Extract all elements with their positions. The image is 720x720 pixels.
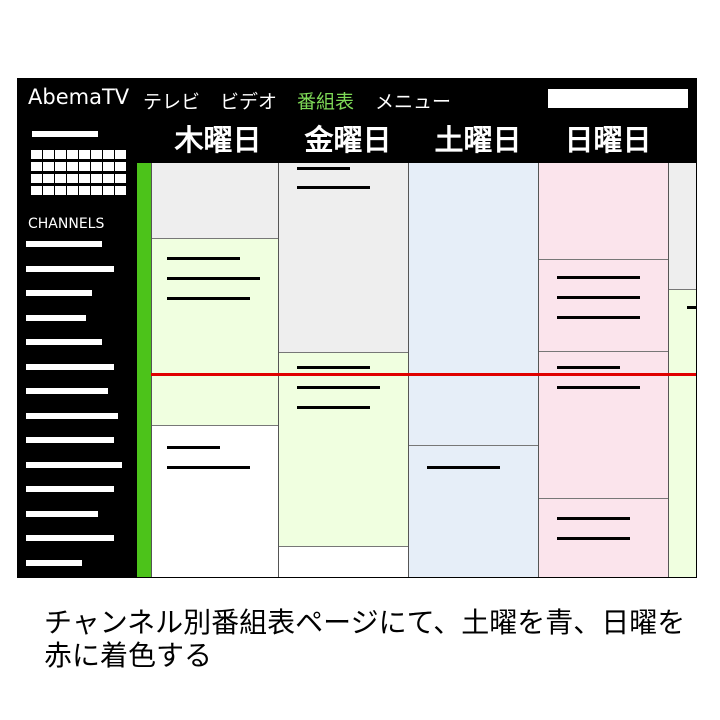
channel-grid-cell	[31, 162, 42, 171]
channel-grid-cell	[103, 174, 114, 183]
abematv-screen: AbemaTV テレビ ビデオ 番組表 メニュー CHANNELS 木曜日 金曜…	[17, 78, 697, 578]
program-block[interactable]	[669, 290, 696, 577]
channel-grid-cell	[115, 150, 126, 159]
channel-grid-cell	[79, 162, 90, 171]
column-sunday	[538, 163, 668, 577]
channel-grid-cell	[55, 150, 66, 159]
channel-grid-cell	[31, 150, 42, 159]
channel-list-item[interactable]	[26, 461, 122, 468]
channel-grid-cell	[55, 162, 66, 171]
channel-grid-cell	[79, 174, 90, 183]
channel-grid-cell	[67, 150, 78, 159]
program-block[interactable]	[279, 353, 408, 547]
program-block[interactable]	[152, 163, 278, 239]
program-block[interactable]	[409, 163, 538, 446]
program-block[interactable]	[539, 499, 668, 577]
channel-grid-cell	[103, 150, 114, 159]
channel-grid-cell	[67, 186, 78, 195]
channel-list-item[interactable]	[26, 486, 114, 492]
channel-list-item[interactable]	[26, 535, 114, 541]
channel-list-item[interactable]	[26, 290, 92, 296]
channel-list-item[interactable]	[26, 412, 118, 419]
channel-list-item[interactable]	[26, 339, 102, 345]
channel-grid-cell	[91, 162, 102, 171]
day-header-friday: 金曜日	[304, 123, 392, 157]
channel-list-item[interactable]	[26, 388, 108, 394]
program-block[interactable]	[539, 260, 668, 352]
channel-grid-cell	[43, 186, 54, 195]
day-header-thursday: 木曜日	[174, 123, 262, 157]
column-saturday	[408, 163, 538, 577]
channel-grid-cell	[115, 162, 126, 171]
sidebar-title-bar	[32, 131, 98, 137]
channel-list-item[interactable]	[26, 265, 114, 272]
channel-grid-cell	[67, 174, 78, 183]
channel-grid-cell	[91, 186, 102, 195]
channel-list-item[interactable]	[26, 314, 86, 321]
channel-grid-cell	[43, 162, 54, 171]
search-input[interactable]	[548, 89, 688, 108]
channel-grid-cell	[91, 174, 102, 183]
channel-grid-cell	[115, 174, 126, 183]
channel-grid-cell	[79, 150, 90, 159]
channel-grid-cell	[55, 174, 66, 183]
column-friday	[278, 163, 408, 577]
channel-grid-cell	[91, 150, 102, 159]
nav-menu[interactable]: メニュー	[375, 87, 451, 114]
nav-tv[interactable]: テレビ	[143, 87, 200, 114]
day-header-sunday: 日曜日	[564, 123, 652, 157]
program-block[interactable]	[539, 163, 668, 260]
channel-grid-cell	[67, 162, 78, 171]
current-channel-indicator	[137, 163, 151, 577]
program-block[interactable]	[152, 426, 278, 577]
column-next-partial	[668, 163, 696, 577]
channel-grid-cell	[31, 174, 42, 183]
channel-list-item[interactable]	[26, 559, 82, 566]
program-block[interactable]	[669, 163, 696, 290]
channel-grid-cell	[79, 186, 90, 195]
channel-grid-cell	[31, 186, 42, 195]
channel-grid-cell	[55, 186, 66, 195]
channels-label: CHANNELS	[28, 216, 105, 232]
channel-list-item[interactable]	[26, 437, 114, 443]
channel-grid-cell	[43, 150, 54, 159]
channel-grid-cell	[43, 174, 54, 183]
channel-list-item[interactable]	[26, 363, 114, 370]
top-navigation-bar: AbemaTV テレビ ビデオ 番組表 メニュー	[18, 79, 696, 119]
program-block[interactable]	[152, 239, 278, 426]
column-thursday	[151, 163, 278, 577]
channel-grid-cell	[103, 162, 114, 171]
channel-grid-cell	[103, 186, 114, 195]
channel-grid-cell	[115, 186, 126, 195]
channel-list-item[interactable]	[26, 241, 102, 247]
nav-video[interactable]: ビデオ	[220, 87, 277, 114]
current-time-line	[151, 373, 696, 376]
channel-list-item[interactable]	[26, 510, 98, 517]
program-block[interactable]	[409, 446, 538, 577]
nav-program-guide[interactable]: 番組表	[297, 87, 354, 114]
program-block[interactable]	[279, 163, 408, 353]
abematv-logo[interactable]: AbemaTV	[28, 85, 129, 109]
day-header-saturday: 土曜日	[434, 123, 522, 157]
program-block[interactable]	[279, 547, 408, 577]
caption-text: チャンネル別番組表ページにて、土曜を青、日曜を赤に着色する	[44, 606, 686, 672]
